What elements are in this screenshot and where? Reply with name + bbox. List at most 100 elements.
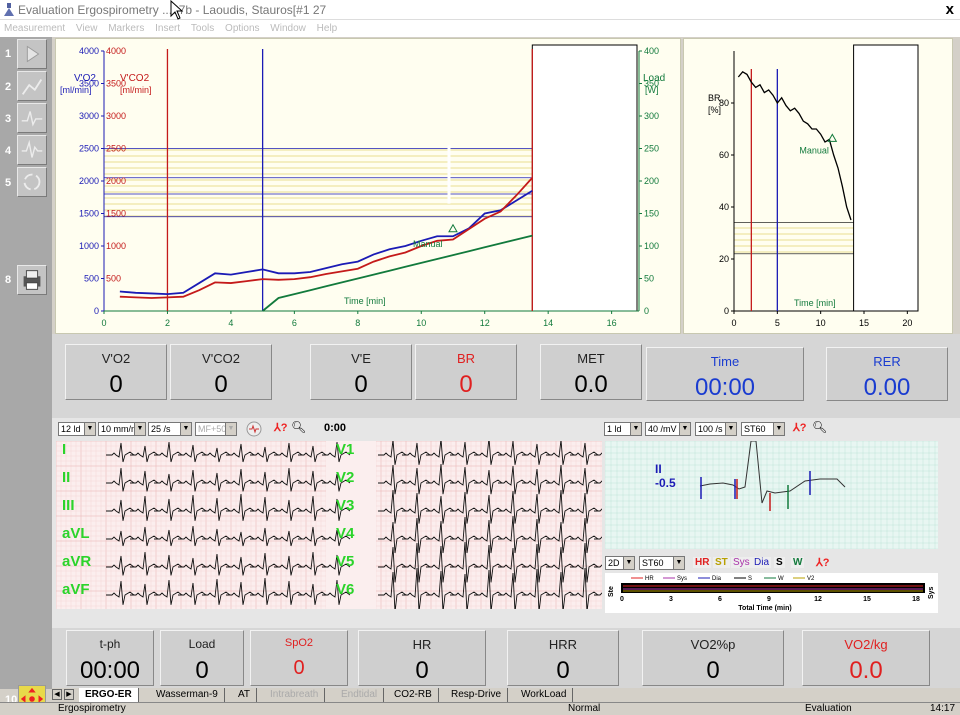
tab-intrabreath[interactable]: Intrabreath — [264, 688, 326, 702]
y2-tick-label: 3000 — [106, 111, 126, 121]
loops-view-button[interactable] — [17, 103, 47, 133]
wave-view-button[interactable] — [17, 135, 47, 165]
lead-label: III — [62, 497, 75, 514]
leads-select[interactable]: 12 ld ▼ — [58, 422, 96, 436]
menu-options[interactable]: Options — [221, 23, 263, 34]
print-button[interactable] — [17, 265, 47, 295]
trend-s-button[interactable]: S — [774, 557, 785, 568]
left-toolbar: 1 2 3 4 5 8 10 — [0, 37, 52, 713]
filter-select[interactable]: MF+50 ▼ — [195, 422, 237, 436]
tab-at[interactable]: AT — [232, 688, 258, 702]
trend-view-button[interactable] — [17, 71, 47, 101]
st-lead-label: II — [655, 462, 662, 476]
trend-x-tick: 3 — [669, 596, 673, 603]
menu-window[interactable]: Window — [266, 23, 310, 34]
metric-label: HR — [412, 637, 432, 652]
waveform-icon — [21, 139, 43, 158]
tab-resp-drive[interactable]: Resp-Drive — [445, 688, 509, 702]
lead-label: V6 — [336, 581, 355, 598]
y-tick-label: 4000 — [79, 46, 99, 56]
zoom-icon[interactable]: 🔍︎ — [291, 420, 306, 434]
right-tick-label: 200 — [644, 176, 659, 186]
tab-prev-icon[interactable]: ◀ — [52, 689, 62, 700]
toolbar-number-1: 1 — [5, 48, 12, 60]
breathing-reserve-chart: 0204060800 5 10 15 20BR[%]Time [min]Manual — [708, 44, 919, 328]
trend-param-select[interactable]: ST60 ▼ — [639, 556, 685, 570]
y2-tick-label: 4000 — [106, 46, 126, 56]
cycle-view-button[interactable] — [17, 167, 47, 197]
legend-label: HR — [645, 576, 654, 582]
data-box — [853, 44, 919, 312]
y-tick-label: 3000 — [79, 111, 99, 121]
annotation-label: Manual — [413, 239, 443, 249]
menu-insert[interactable]: Insert — [151, 23, 184, 34]
x-tick-label: 6 — [292, 318, 297, 328]
st-marker-icon[interactable]: ⅄? — [793, 421, 806, 434]
lead-label: V4 — [336, 525, 355, 542]
menu-markers[interactable]: Markers — [104, 23, 148, 34]
trend-x-tick: 12 — [814, 596, 822, 603]
close-button[interactable]: x — [946, 1, 954, 18]
trend-sys-button[interactable]: Sys — [731, 557, 752, 568]
legend-label: Dia — [712, 576, 722, 582]
trend-dim-select[interactable]: 2D ▼ — [605, 556, 635, 570]
tab-co2-rb[interactable]: CO2-RB — [388, 688, 439, 702]
axis-title: V'O2 — [74, 73, 96, 84]
metric-value: 00:00 — [694, 374, 756, 401]
x-axis-title: Time [min] — [344, 296, 386, 306]
heart-icon[interactable] — [245, 421, 263, 437]
metric-spo2: SpO2 0 — [250, 630, 348, 686]
threshold-band — [104, 145, 533, 217]
st-gain-select[interactable]: 40 /mV ▼ — [645, 422, 691, 436]
manual-marker — [448, 223, 458, 233]
trend-st-button[interactable]: ST — [713, 557, 730, 568]
tab-ergo-er[interactable]: ERGO-ER — [79, 688, 139, 702]
tab-wasserman-9[interactable]: Wasserman-9 — [150, 688, 225, 702]
metric-vco2: V'CO2 0 — [170, 344, 272, 400]
trend-hr-button[interactable]: HR — [693, 557, 712, 568]
axis-title: [ml/min] — [60, 85, 92, 95]
marker-icon[interactable]: ⅄? — [274, 421, 287, 434]
printer-icon — [23, 270, 41, 290]
trend-dia-button[interactable]: Dia — [752, 557, 772, 568]
metric-label: t-ph — [99, 637, 121, 651]
menu-tools[interactable]: Tools — [187, 23, 218, 34]
gain-select[interactable]: 10 mm/mV ▼ — [98, 422, 146, 436]
annotation-label: Manual — [799, 145, 829, 155]
x-tick-label: 10 — [816, 318, 826, 328]
menu-measurement[interactable]: Measurement — [0, 23, 69, 34]
toolbar-number-5: 5 — [5, 177, 12, 189]
metric-value: 00:00 — [79, 657, 141, 684]
select-value: ST60 — [642, 558, 664, 568]
metric-hrr: HRR 0 — [507, 630, 619, 686]
select-value: ST60 — [744, 424, 766, 434]
lead-label: II — [62, 469, 71, 486]
st-zoom-icon[interactable]: 🔍︎ — [812, 420, 827, 434]
chevron-down-icon: ▼ — [623, 557, 634, 569]
st-lead-select[interactable]: 1 ld ▼ — [604, 422, 642, 436]
axis-title: [ml/min] — [120, 85, 152, 95]
tab-workload[interactable]: WorkLoad — [515, 688, 574, 702]
trend-w-button[interactable]: W — [791, 557, 805, 568]
st-speed-select[interactable]: 100 /s ▼ — [695, 422, 737, 436]
tab-endtidal[interactable]: Endtidal — [335, 688, 385, 702]
tab-next-icon[interactable]: ▶ — [64, 689, 74, 700]
metric-label: MET — [577, 351, 605, 366]
y2-tick-label: 2000 — [106, 176, 126, 186]
menu-bar: Measurement View Markers Insert Tools Op… — [0, 20, 960, 37]
right-tick-label: 100 — [644, 241, 659, 251]
trend-x-tick: 9 — [767, 596, 771, 603]
menu-view[interactable]: View — [72, 23, 102, 34]
y-tick-label: 2000 — [79, 176, 99, 186]
trend-marker-icon[interactable]: ⅄? — [816, 556, 829, 569]
speed-select[interactable]: 25 /s ▼ — [148, 422, 192, 436]
y-tick-label: 40 — [719, 202, 729, 212]
play-button[interactable] — [17, 39, 47, 69]
metric-label: Load — [188, 637, 216, 651]
st-point-select[interactable]: ST60 ▼ — [741, 422, 785, 436]
y-tick-label: 0 — [724, 306, 729, 316]
menu-help[interactable]: Help — [313, 23, 342, 34]
y2-tick-label: 1500 — [106, 209, 126, 219]
status-bar: Ergospirometry Normal Evaluation 14:17 — [0, 702, 960, 714]
metric-t-ph: t-ph 00:00 — [66, 630, 154, 686]
